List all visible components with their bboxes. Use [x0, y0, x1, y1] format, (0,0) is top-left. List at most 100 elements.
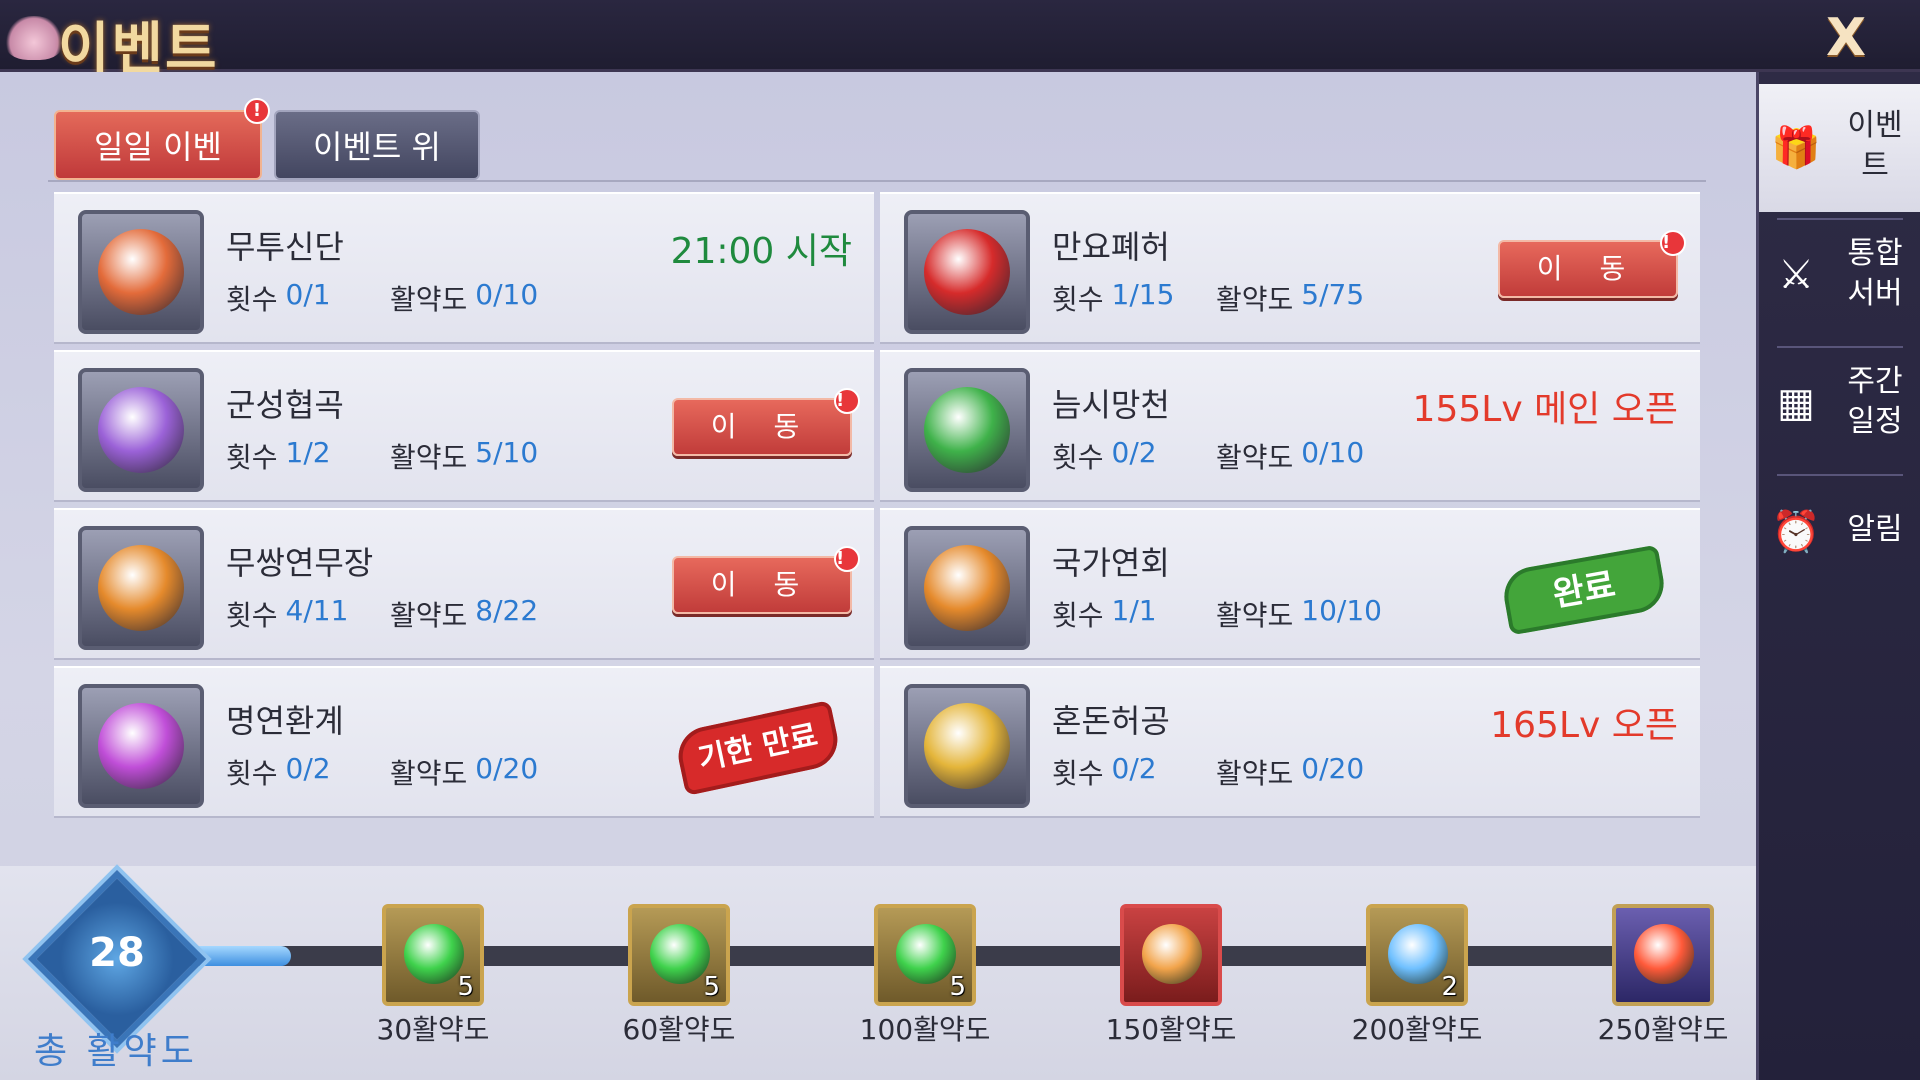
count-label: 횟수	[226, 441, 278, 474]
move-button-label: 이 동	[1536, 252, 1640, 285]
lotus-icon	[4, 16, 64, 60]
event-card[interactable]: 늠시망천 횟수 0/2 활약도 0/10 155Lv 메인 오픈	[880, 350, 1700, 502]
icon-art	[98, 387, 184, 473]
phoenix-icon	[904, 210, 1030, 334]
reward-threshold-label: 200활약도	[1351, 1013, 1483, 1046]
event-card[interactable]: 무쌍연무장 횟수 4/11 활약도 8/22 이 동!	[54, 508, 874, 660]
move-button[interactable]: 이 동!	[1498, 230, 1686, 298]
reward-count: 2	[1441, 972, 1458, 1002]
icon-art	[98, 229, 184, 315]
green-gem-icon	[650, 924, 710, 984]
move-button[interactable]: 이 동!	[672, 546, 860, 614]
event-name: 혼돈허공	[1052, 702, 1170, 740]
status-text: 21:00 시작	[670, 231, 852, 272]
count-label: 횟수	[1052, 599, 1104, 632]
sidenav-label: 알림	[1847, 512, 1903, 547]
icon-art	[924, 387, 1010, 473]
complete-stamp: 완료	[1499, 544, 1669, 636]
tab-bar: 일일 이벤트 ! 이벤트 위탁	[54, 98, 480, 236]
activity-label: 활약도	[1216, 599, 1294, 632]
event-name: 늠시망천	[1052, 386, 1170, 424]
count-label: 횟수	[1052, 441, 1104, 474]
count-value: 1/15	[1111, 278, 1175, 311]
event-list[interactable]: 무투신단횟수 0/1 활약도 0/10 21:00 시작 만요폐허 횟수 1/15 활약도 5/7…	[54, 192, 1700, 864]
activity-value: 0/20	[1301, 752, 1365, 785]
event-card[interactable]: 무투신단 횟수 0/1 활약도 0/10 21:00 시작	[54, 192, 874, 344]
alert-badge-icon: !	[834, 546, 860, 572]
count-value: 0/1	[285, 278, 331, 311]
reward-count: 5	[949, 972, 966, 1002]
crest-icon	[904, 526, 1030, 650]
activity-label: 활약도	[390, 757, 468, 790]
reward-chest[interactable]: 2	[1366, 904, 1468, 1006]
event-card[interactable]: 명연환계 횟수 0/2 활약도 0/20 기한 만료	[54, 666, 874, 818]
event-name: 명연환계	[226, 702, 344, 740]
event-stats: 횟수 1/1 활약도 10/10	[1052, 594, 1382, 634]
alarm-clock-icon: ⏰	[1771, 508, 1821, 555]
crossed-swords-icon: ⚔	[1778, 252, 1814, 298]
crystal-fire-icon	[78, 210, 204, 334]
green-gem-icon	[404, 924, 464, 984]
green-gem-icon	[896, 924, 956, 984]
side-navigation: 🎁 이벤 트 ⚔ 통합 서버 ▦ 주간 일정 ⏰ 알림	[1756, 72, 1920, 1080]
divider	[48, 180, 1706, 182]
reward-threshold-label: 100활약도	[859, 1013, 991, 1046]
activity-label: 활약도	[1216, 757, 1294, 790]
event-stats: 횟수 1/2 활약도 5/10	[226, 436, 538, 476]
count-value: 4/11	[285, 594, 349, 627]
sidenav-item[interactable]: ⚔ 통합 서버	[1759, 212, 1920, 340]
sidenav-label: 이벤 트	[1847, 108, 1903, 183]
move-button[interactable]: 이 동!	[672, 388, 860, 456]
sidenav-item[interactable]: ▦ 주간 일정	[1759, 340, 1920, 468]
alert-badge-icon: !	[834, 388, 860, 414]
reward-chest[interactable]	[1612, 904, 1714, 1006]
reward-count: 5	[703, 972, 720, 1002]
event-name: 군성협곡	[226, 386, 344, 424]
event-card[interactable]: 군성협곡횟수 1/2 활약도 5/10 이 동!	[54, 350, 874, 502]
activity-label: 활약도	[390, 441, 468, 474]
event-card[interactable]: 국가연회 횟수 1/1 활약도 10/10 완료	[880, 508, 1700, 660]
reward-count: 5	[457, 972, 474, 1002]
icon-art	[98, 703, 184, 789]
move-button-label: 이 동	[710, 410, 814, 443]
activity-label: 활약도	[390, 599, 468, 632]
activity-value: 5/10	[475, 436, 539, 469]
close-button[interactable]: X	[1816, 10, 1876, 66]
event-stats: 횟수 4/11 활약도 8/22	[226, 594, 538, 634]
count-label: 횟수	[1052, 283, 1104, 316]
reward-chest[interactable]	[1120, 904, 1222, 1006]
reward-threshold-label: 30활약도	[376, 1013, 490, 1046]
icon-art	[924, 545, 1010, 631]
reward-chest[interactable]: 5	[628, 904, 730, 1006]
count-label: 횟수	[226, 599, 278, 632]
event-card[interactable]: 만요폐허 횟수 1/15 활약도 5/75 이 동!	[880, 192, 1700, 344]
purple-egg-icon	[78, 684, 204, 808]
reward-chest[interactable]: 5	[382, 904, 484, 1006]
tab-event-delegation[interactable]: 이벤트 위탁	[274, 110, 480, 236]
green-orb-icon	[904, 368, 1030, 492]
activity-value: 0/10	[1301, 436, 1365, 469]
count-value: 1/1	[1111, 594, 1157, 627]
tab-daily-event[interactable]: 일일 이벤트 !	[54, 98, 270, 236]
reward-chest[interactable]: 5	[874, 904, 976, 1006]
icon-art	[98, 545, 184, 631]
crest-icon	[78, 526, 204, 650]
alert-badge-icon: !	[1660, 230, 1686, 256]
sidenav-item[interactable]: ⏰ 알림	[1759, 468, 1920, 596]
activity-value: 8/22	[475, 594, 539, 627]
status-text: 155Lv 메인 오픈	[1412, 389, 1678, 430]
activity-value: 10/10	[1301, 594, 1382, 627]
count-label: 횟수	[226, 757, 278, 790]
count-value: 1/2	[285, 436, 331, 469]
sidenav-label: 통합 서버	[1847, 236, 1903, 311]
calendar-icon: ▦	[1777, 380, 1815, 426]
total-activity-value: 28	[89, 930, 145, 976]
activity-label: 활약도	[390, 283, 468, 316]
reward-threshold-label: 250활약도	[1597, 1013, 1729, 1046]
event-name: 무투신단	[226, 228, 344, 266]
event-stats: 횟수 0/2 활약도 0/20	[226, 752, 538, 792]
count-value: 0/2	[1111, 436, 1157, 469]
event-card[interactable]: 혼돈허공 횟수 0/2 활약도 0/20 165Lv 오픈	[880, 666, 1700, 818]
sidenav-item[interactable]: 🎁 이벤 트	[1759, 84, 1920, 212]
event-stats: 횟수 0/2 활약도 0/20	[1052, 752, 1364, 792]
